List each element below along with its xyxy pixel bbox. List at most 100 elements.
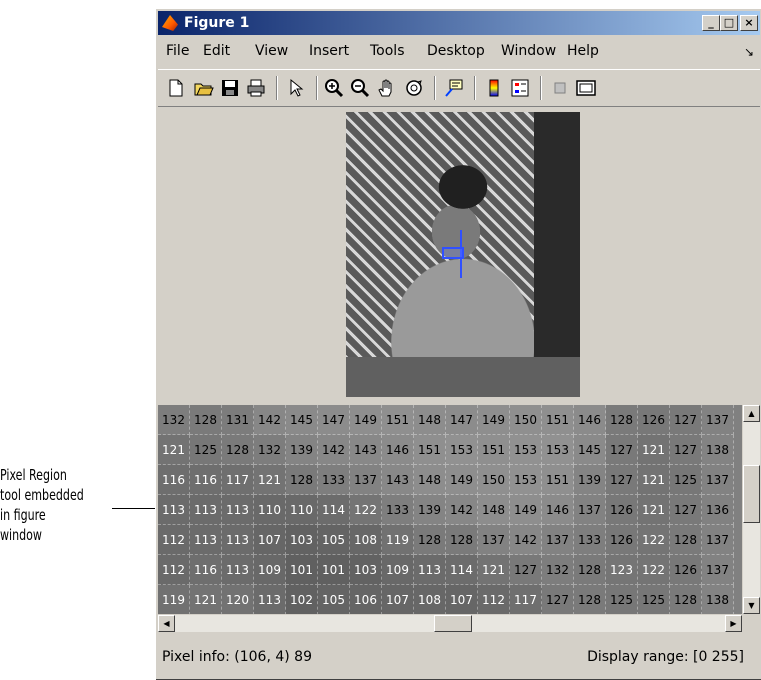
image-axes[interactable] [346,112,580,397]
vertical-scrollbar[interactable]: ▲ ▼ [743,405,760,614]
pixel-value-cell: 107 [446,585,478,614]
pixel-value-cell: 143 [382,465,414,495]
pixel-value-cell: 113 [414,555,446,585]
pixel-value-cell: 128 [670,585,702,614]
scroll-left-icon[interactable]: ◀ [158,615,175,632]
pixel-value-cell: 120 [222,585,254,614]
menu-help[interactable]: Help [567,43,599,59]
pixel-value-cell: 138 [702,435,734,465]
pixel-value-cell: 113 [222,495,254,525]
rotate-3d-icon[interactable] [404,78,424,98]
pixel-value-cell: 151 [542,405,574,435]
show-plot-tools-icon[interactable] [576,78,596,98]
pixel-value-cell: 112 [158,555,190,585]
legend-icon[interactable] [510,78,530,98]
pixel-value-cell: 133 [382,495,414,525]
annotation-line-4: window [0,526,42,544]
pixel-value-cell: 146 [382,435,414,465]
menu-window[interactable]: Window [501,43,556,59]
pixel-value-cell: 137 [542,525,574,555]
pixel-row: 119 121 120 113 102 105 106 107 108 107 112 117 127 1… [158,585,742,614]
menu-insert[interactable]: Insert [309,43,349,59]
scroll-down-icon[interactable]: ▼ [743,597,760,614]
figure-window: Figure 1 _ □ × File Edit View Insert Too… [155,8,761,680]
pixel-value-cell: 148 [414,405,446,435]
menu-file[interactable]: File [166,43,189,59]
pixel-value-cell: 148 [478,495,510,525]
menu-view[interactable]: View [255,43,288,59]
colorbar-icon[interactable] [484,78,504,98]
matlab-logo-icon [162,15,178,31]
pixel-value-cell: 109 [254,555,286,585]
data-cursor-icon[interactable] [444,78,464,98]
pixel-value-cell: 138 [702,585,734,614]
open-icon[interactable] [194,78,214,98]
vertical-scroll-thumb[interactable] [743,465,760,523]
pixel-value-cell: 126 [670,555,702,585]
pixel-value-cell: 153 [542,435,574,465]
pixel-row: 113 113 113 110 110 114 122 133 139 142 148 149 146 1… [158,495,742,525]
pixel-value-cell: 128 [606,405,638,435]
zoom-in-icon[interactable] [324,78,344,98]
pixel-region-rectangle[interactable] [442,247,464,259]
pixel-value-cell: 133 [318,465,350,495]
pixel-row: 112 113 113 107 103 105 108 119 128 128 137 142 137 1… [158,525,742,555]
print-icon[interactable] [246,78,266,98]
pixel-value-cell: 114 [318,495,350,525]
save-icon[interactable] [220,78,240,98]
toolbar-separator [316,76,318,100]
pixel-value-cell: 128 [190,405,222,435]
edit-plot-icon[interactable] [286,78,306,98]
menu-desktop[interactable]: Desktop [427,43,485,59]
pixel-value-cell: 153 [510,465,542,495]
pixel-value-cell: 128 [414,525,446,555]
horizontal-scrollbar[interactable]: ◀ ▶ [158,615,742,632]
pixel-value-cell: 105 [318,525,350,555]
scroll-right-icon[interactable]: ▶ [725,615,742,632]
maximize-button[interactable]: □ [720,15,738,31]
pixel-value-cell: 132 [158,405,190,435]
pixel-value-cell: 107 [254,525,286,555]
pixel-value-cell: 121 [638,495,670,525]
pixel-row: 116 116 117 121 128 133 137 143 148 149 150 153 151 1… [158,465,742,495]
minimize-button[interactable]: _ [702,15,720,31]
pixel-value-cell: 121 [190,585,222,614]
pixel-value-cell: 139 [574,465,606,495]
annotation-line-1: Pixel Region [0,466,67,484]
pixel-value-cell: 151 [478,435,510,465]
toolbar-separator [474,76,476,100]
scroll-up-icon[interactable]: ▲ [743,405,760,422]
close-button[interactable]: × [740,15,758,31]
pan-icon[interactable] [376,78,396,98]
hide-plot-tools-icon[interactable] [550,78,570,98]
pixel-value-cell: 149 [446,465,478,495]
pixel-value-cell: 142 [446,495,478,525]
pixel-value-cell: 139 [286,435,318,465]
toolbar-separator [276,76,278,100]
zoom-out-icon[interactable] [350,78,370,98]
pixel-value-cell: 113 [222,525,254,555]
pixel-region-panel[interactable]: 132 128 131 142 145 147 149 151 148 147 149 150 151 1… [158,405,742,614]
pixel-value-cell: 145 [574,435,606,465]
pixel-value-cell: 147 [318,405,350,435]
menu-edit[interactable]: Edit [203,43,230,59]
pixel-value-cell: 108 [414,585,446,614]
pixel-value-cell: 127 [670,435,702,465]
pixel-value-cell: 150 [510,405,542,435]
pixel-value-cell: 113 [190,525,222,555]
title-bar[interactable]: Figure 1 _ □ × [158,11,760,35]
dock-figure-icon[interactable]: ↘ [744,45,754,59]
pixel-value-cell: 153 [446,435,478,465]
pixel-value-cell: 107 [382,585,414,614]
pixel-value-cell: 113 [222,555,254,585]
window-title: Figure 1 [184,15,250,31]
pixel-value-cell: 125 [606,585,638,614]
pixel-value-cell: 137 [702,465,734,495]
new-figure-icon[interactable] [166,78,186,98]
pixel-value-cell: 119 [382,525,414,555]
toolbar-separator [434,76,436,100]
menu-tools[interactable]: Tools [370,43,405,59]
horizontal-scroll-thumb[interactable] [434,615,472,632]
annotation-line-3: in figure [0,506,46,524]
pixel-value-cell: 151 [382,405,414,435]
